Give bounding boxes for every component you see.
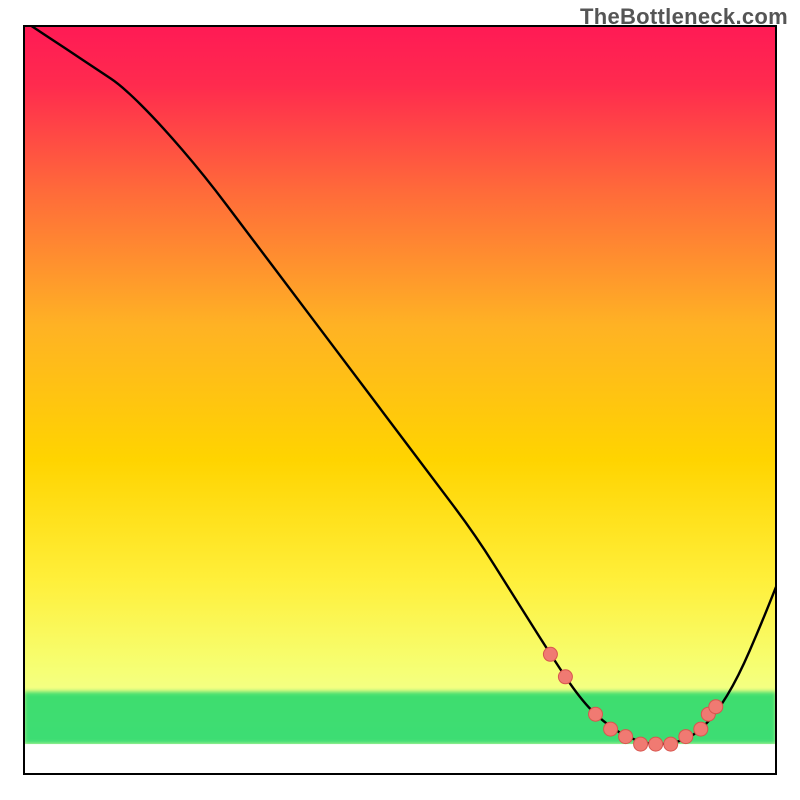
plot-background [24,26,776,774]
highlight-marker [589,707,603,721]
highlight-marker [558,670,572,684]
highlight-marker [543,647,557,661]
highlight-marker [619,730,633,744]
white-bottom-strip [24,744,776,774]
highlight-marker [679,730,693,744]
highlight-marker [604,722,618,736]
bottleneck-chart [0,0,800,800]
chart-container: { "watermark": "TheBottleneck.com", "col… [0,0,800,800]
watermark-text: TheBottleneck.com [580,4,788,30]
highlight-marker [649,737,663,751]
highlight-marker [664,737,678,751]
green-band [24,692,776,744]
highlight-marker [634,737,648,751]
highlight-marker [694,722,708,736]
highlight-marker [709,700,723,714]
